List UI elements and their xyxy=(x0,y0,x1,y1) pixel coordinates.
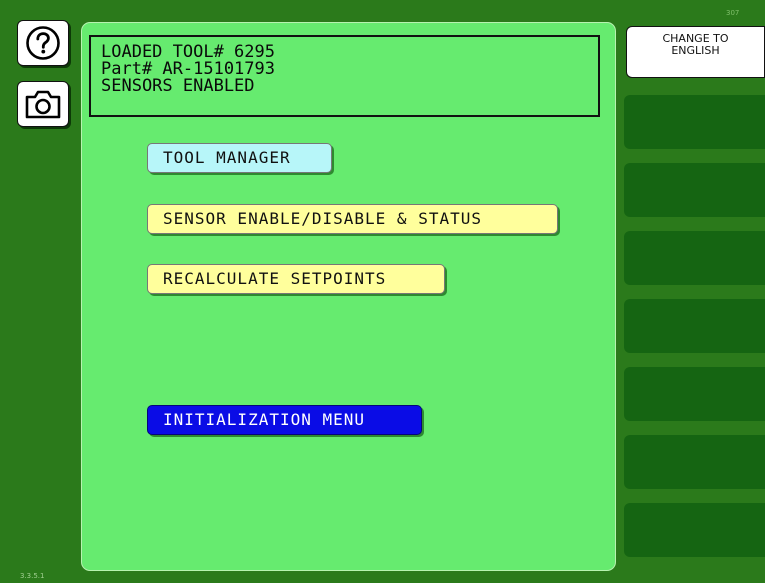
sensors-status-text: SENSORS ENABLED xyxy=(101,76,255,96)
main-panel: LOADED TOOL# 6295 Part# AR-15101793 SENS… xyxy=(81,22,616,571)
help-icon xyxy=(26,26,60,60)
empty-slot-4 xyxy=(624,299,765,353)
camera-icon xyxy=(25,90,61,119)
empty-slot-5 xyxy=(624,367,765,421)
version-label: 3.3.5.1 xyxy=(20,572,45,580)
empty-slot-1 xyxy=(624,95,765,149)
screen-id-label: 307 xyxy=(726,9,740,17)
empty-slot-3 xyxy=(624,231,765,285)
tool-status-box: LOADED TOOL# 6295 Part# AR-15101793 SENS… xyxy=(89,35,600,117)
empty-slot-2 xyxy=(624,163,765,217)
empty-slot-6 xyxy=(624,435,765,489)
sensor-enable-disable-status-button[interactable]: SENSOR ENABLE/DISABLE & STATUS xyxy=(147,204,558,234)
camera-button[interactable] xyxy=(17,81,69,127)
change-language-button[interactable]: CHANGE TO ENGLISH xyxy=(626,26,765,78)
change-language-label-line2: ENGLISH xyxy=(671,44,720,57)
tool-manager-button[interactable]: TOOL MANAGER xyxy=(147,143,332,173)
empty-slot-7 xyxy=(624,503,765,557)
initialization-menu-button[interactable]: INITIALIZATION MENU xyxy=(147,405,422,435)
recalculate-setpoints-button[interactable]: RECALCULATE SETPOINTS xyxy=(147,264,445,294)
help-button[interactable] xyxy=(17,20,69,66)
